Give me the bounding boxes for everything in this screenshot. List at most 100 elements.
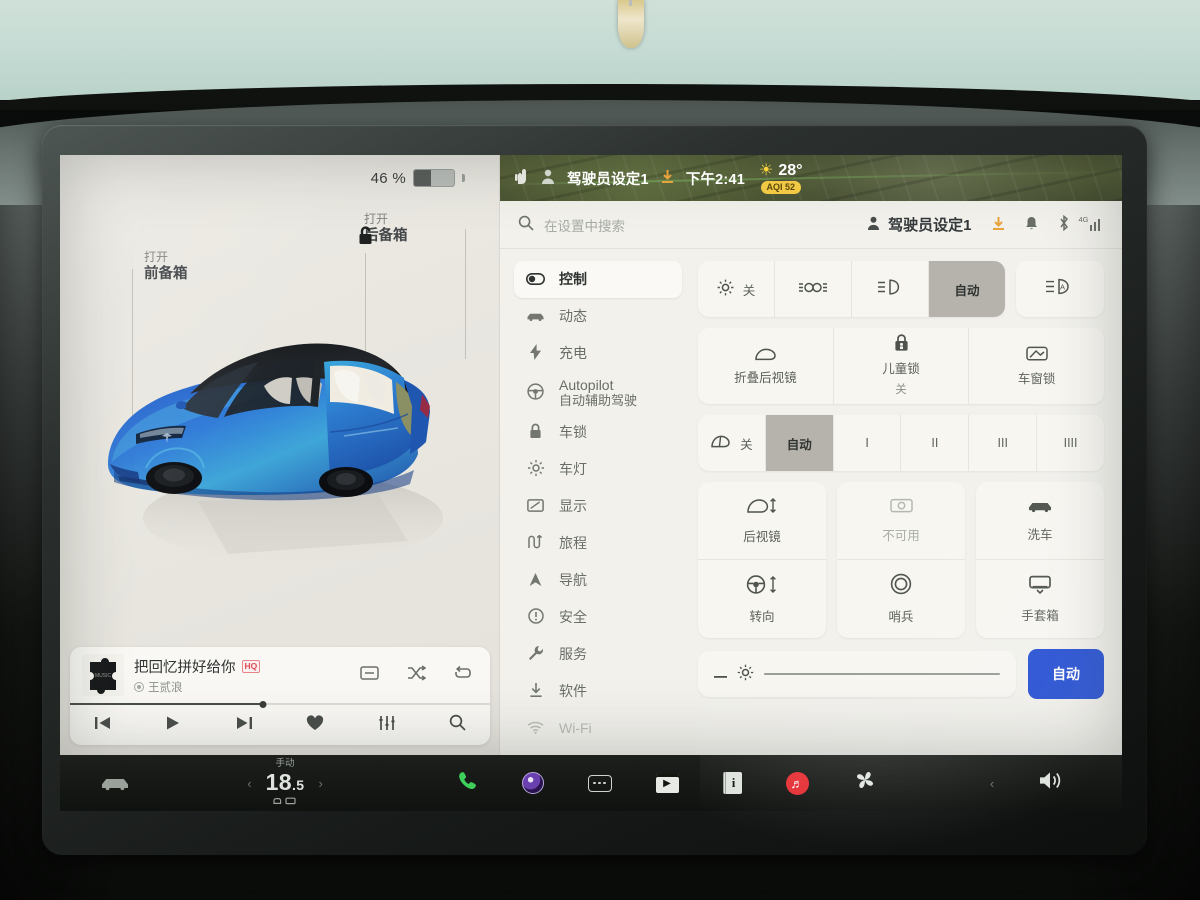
network-type-label: 4G — [1078, 215, 1089, 224]
volume-icon[interactable] — [1038, 770, 1064, 796]
wipers-speed-4-button[interactable]: IIII — [1037, 415, 1104, 471]
settings-sidebar: 控制 动态 充电 Autopilot 自动辅助驾驶 车锁 车灯 显示 旅程 导航… — [500, 261, 692, 755]
driver-profile-label[interactable]: 驾驶员设定1 — [567, 168, 649, 189]
window-lock-button[interactable]: 车窗锁 — [969, 328, 1104, 404]
equalizer-icon[interactable] — [378, 715, 396, 736]
sidebar-item-display[interactable]: 显示 — [514, 488, 682, 525]
fan-icon[interactable] — [853, 768, 877, 798]
headlights-off-button[interactable]: 关 — [698, 261, 775, 317]
aqi-badge: AQI 52 — [760, 181, 802, 194]
car-status-button[interactable] — [60, 776, 170, 791]
bell-icon[interactable] — [1025, 216, 1038, 234]
repeat-icon[interactable] — [454, 665, 472, 685]
phone-icon[interactable] — [456, 770, 478, 796]
sidebar-item-autopilot[interactable]: Autopilot 自动辅助驾驶 — [514, 372, 682, 414]
tesla-model-y-render[interactable] — [78, 286, 498, 586]
child-lock-button[interactable]: 儿童锁 关 — [834, 328, 970, 404]
wipers-speed-1-button[interactable]: I — [834, 415, 902, 471]
temperature-increase-button[interactable]: › — [318, 776, 322, 791]
open-frunk-button[interactable]: 打开 前备箱 — [144, 249, 188, 285]
dashcam-unavailable-button[interactable]: 不可用 — [837, 482, 965, 560]
settings-search-bar[interactable]: 在设置中搜索 驾驶员设定1 4G — [500, 201, 1122, 249]
sidebar-item-software[interactable]: 软件 — [514, 673, 682, 710]
brightness-slider[interactable] — [698, 651, 1016, 697]
mirror-adjust-icon — [746, 496, 778, 519]
child-lock-icon — [893, 334, 910, 355]
seat-vent-icon[interactable] — [272, 796, 298, 807]
sidebar-item-service[interactable]: 服务 — [514, 636, 682, 673]
heart-icon[interactable] — [306, 714, 324, 736]
trip-icon — [526, 534, 545, 552]
temperature-label: 28° — [778, 162, 803, 179]
wipers-auto-button[interactable]: 自动 — [765, 415, 834, 471]
car-icon — [526, 309, 545, 325]
minus-icon[interactable] — [714, 666, 727, 683]
sidebar-item-safety[interactable]: 安全 — [514, 599, 682, 636]
sidebar-item-locks[interactable]: 车锁 — [514, 414, 682, 451]
sidebar-item-trips[interactable]: 旅程 — [514, 525, 682, 562]
controls-column: 关 自动 A 折叠后视镜 儿童锁 关 车窗锁 关 自动 I II III III… — [692, 261, 1122, 755]
sentry-icon — [890, 573, 912, 599]
parking-lights-button[interactable] — [775, 261, 852, 317]
sidebar-sublabel: 自动辅助驾驶 — [559, 392, 638, 408]
sentry-mode-button[interactable]: 哨兵 — [837, 560, 965, 638]
next-icon[interactable] — [235, 715, 253, 736]
brightness-auto-button[interactable]: 自动 — [1028, 649, 1104, 699]
lock-icon — [526, 423, 545, 442]
sidebar-item-wifi[interactable]: Wi-Fi — [514, 710, 682, 747]
child-lock-label: 儿童锁 — [882, 361, 920, 376]
brightness-auto-label: 自动 — [1052, 666, 1080, 682]
brightness-track[interactable] — [764, 673, 1000, 675]
wipers-speed-2-button[interactable]: II — [901, 415, 970, 471]
mirror-adjust-button[interactable]: 后视镜 — [698, 482, 826, 560]
search-icon[interactable] — [449, 714, 466, 736]
low-beam-button[interactable] — [852, 261, 929, 317]
bluetooth-icon[interactable] — [1058, 214, 1070, 234]
auto-high-beam-icon: A — [1045, 278, 1075, 300]
climate-control[interactable]: ‹ 手动 18.5 › — [170, 759, 400, 807]
sidebar-item-lights[interactable]: 车灯 — [514, 451, 682, 488]
headlights-auto-button[interactable]: 自动 — [929, 261, 1005, 317]
unlocked-padlock-icon[interactable] — [356, 225, 378, 245]
volume-chevron-icon[interactable]: ‹ — [990, 776, 994, 791]
window-lock-label: 车窗锁 — [1017, 371, 1056, 386]
media-player-icon[interactable]: ▶ — [655, 773, 679, 793]
sidebar-item-controls[interactable]: 控制 — [514, 261, 682, 298]
download-icon — [526, 682, 545, 701]
media-player[interactable]: MUSIC 把回忆拼好给你 HQ 王贰浪 — [70, 647, 490, 745]
profile-button[interactable]: 驾驶员设定1 — [867, 214, 972, 235]
climate-mode-label: 手动 — [275, 758, 295, 770]
app-launcher-icon[interactable] — [587, 774, 612, 792]
hand-icon[interactable] — [514, 167, 529, 190]
camera-icon[interactable] — [521, 772, 544, 794]
shuffle-icon[interactable] — [407, 665, 427, 685]
status-bar: 驾驶员设定1 下午2:41 ☀ 28° AQI 52 — [500, 155, 1122, 201]
play-icon[interactable] — [165, 715, 181, 736]
temperature-decrease-button[interactable]: ‹ — [247, 776, 251, 791]
previous-icon[interactable] — [94, 715, 112, 736]
weather-widget[interactable]: ☀ 28° AQI 52 — [759, 162, 803, 194]
cellular-signal-icon: 4G — [1079, 215, 1105, 231]
wipers-speed-3-button[interactable]: III — [969, 415, 1038, 471]
fold-mirrors-button[interactable]: 折叠后视镜 — [698, 328, 834, 404]
auto-high-beam-button[interactable]: A — [1016, 261, 1104, 317]
sidebar-item-charging[interactable]: 充电 — [514, 335, 682, 372]
info-icon[interactable]: i — [722, 772, 742, 794]
download-icon[interactable] — [661, 169, 674, 187]
car-wash-mode-button[interactable]: 洗车 — [976, 482, 1104, 560]
glovebox-button[interactable]: 手套箱 — [976, 560, 1104, 638]
sidebar-item-navigation[interactable]: 导航 — [514, 562, 682, 599]
camera-icon — [889, 497, 913, 518]
lyrics-icon[interactable] — [360, 666, 379, 684]
wipers-speed-1-label: I — [865, 436, 869, 450]
wipers-off-button[interactable]: 关 — [698, 415, 766, 471]
netease-music-icon[interactable]: ♬ — [785, 771, 809, 795]
steering-adjust-button[interactable]: 转向 — [698, 560, 826, 638]
sidebar-item-dynamics[interactable]: 动态 — [514, 298, 682, 335]
album-art[interactable]: MUSIC — [82, 654, 124, 696]
parking-light-icon — [798, 280, 828, 299]
search-input[interactable]: 在设置中搜索 — [544, 215, 857, 235]
download-icon[interactable] — [992, 216, 1005, 234]
wipers-speed-3-label: III — [997, 436, 1008, 450]
track-progress[interactable] — [70, 700, 490, 708]
